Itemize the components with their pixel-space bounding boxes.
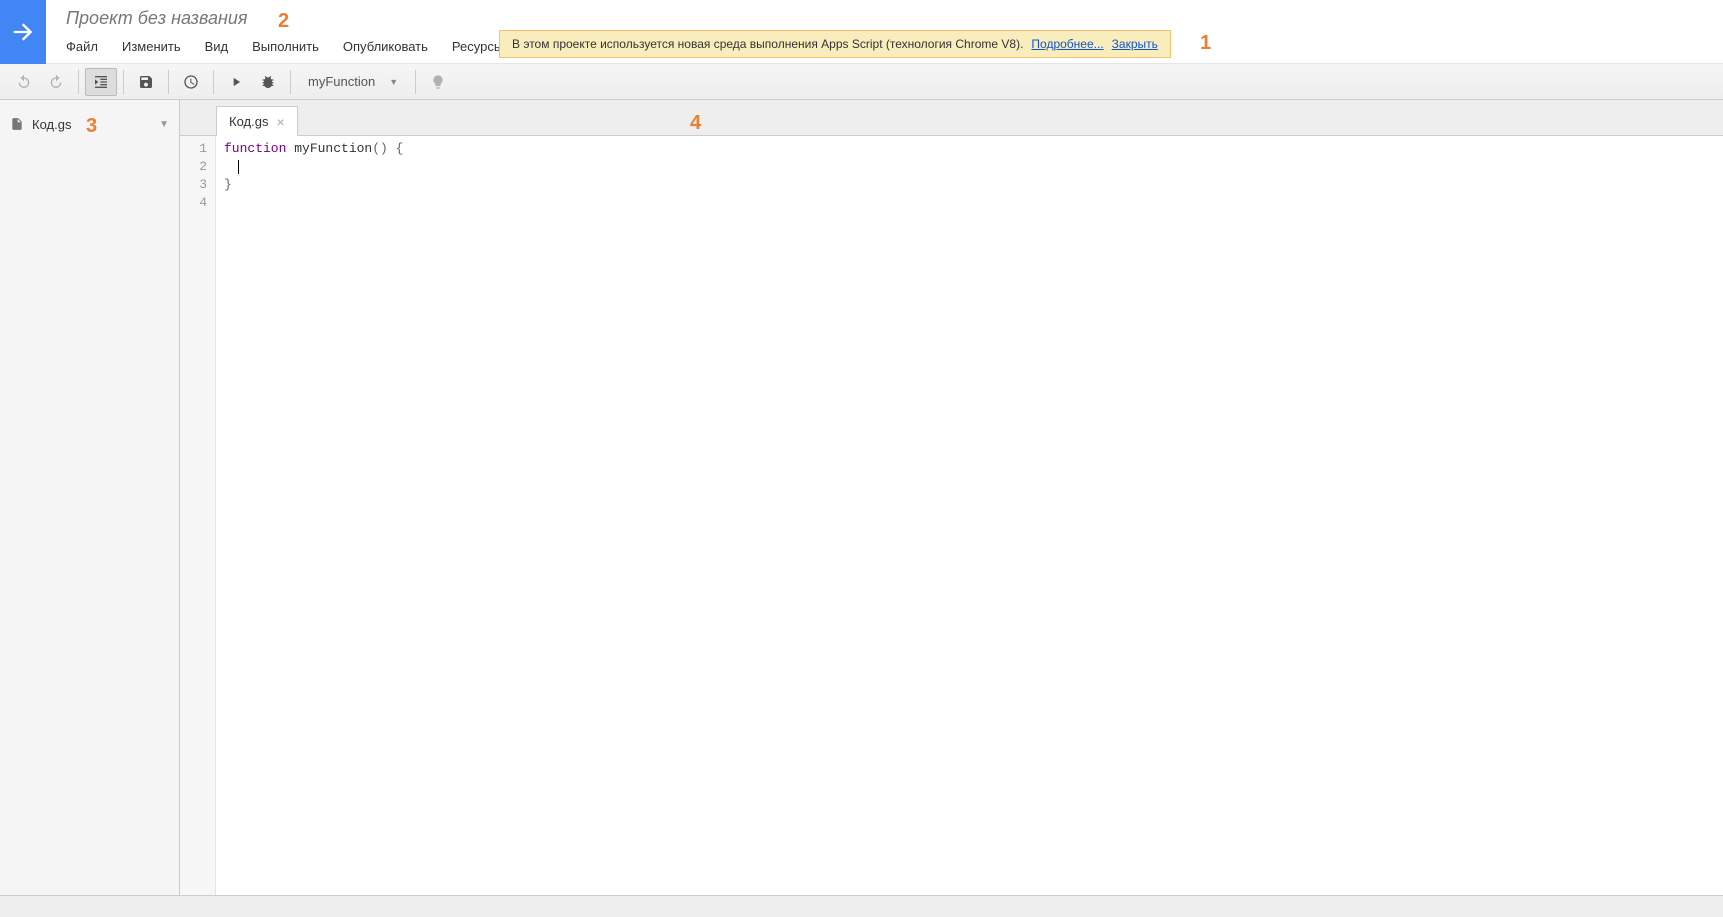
code-editor[interactable]: 1 2 3 4 function myFunction() { } xyxy=(180,136,1723,895)
project-title[interactable]: Проект без названия xyxy=(66,8,1723,29)
app-logo[interactable] xyxy=(0,0,46,64)
menu-run[interactable]: Выполнить xyxy=(240,35,331,58)
status-bar xyxy=(0,895,1723,917)
redo-icon xyxy=(48,74,64,90)
file-icon xyxy=(10,116,24,132)
v8-notification: В этом проекте используется новая среда … xyxy=(499,30,1171,58)
code-line: } xyxy=(224,176,1715,194)
code-body[interactable]: function myFunction() { } xyxy=(216,136,1723,895)
menu-file[interactable]: Файл xyxy=(66,35,110,58)
undo-button[interactable] xyxy=(8,68,40,96)
bug-icon xyxy=(260,74,276,90)
save-icon xyxy=(138,74,154,90)
file-item[interactable]: Код.gs ▼ xyxy=(0,110,179,138)
redo-button[interactable] xyxy=(40,68,72,96)
tab-strip: Код.gs × xyxy=(180,100,1723,136)
tab-label: Код.gs xyxy=(229,114,268,129)
triggers-button[interactable] xyxy=(175,68,207,96)
function-selector[interactable]: myFunction ▼ xyxy=(297,69,409,95)
menu-view[interactable]: Вид xyxy=(193,35,241,58)
notification-close-link[interactable]: Закрыть xyxy=(1112,37,1158,51)
project-title-text: Проект без названия xyxy=(66,8,248,29)
line-number: 3 xyxy=(180,176,207,194)
indent-icon xyxy=(93,74,109,90)
debug-button[interactable] xyxy=(252,68,284,96)
indent-button[interactable] xyxy=(85,68,117,96)
editor-zone: Код.gs × 1 2 3 4 function myFunction() {… xyxy=(180,100,1723,895)
line-number: 4 xyxy=(180,194,207,212)
menu-publish[interactable]: Опубликовать xyxy=(331,35,440,58)
selected-function-label: myFunction xyxy=(308,74,375,89)
editor-tab[interactable]: Код.gs × xyxy=(216,106,298,136)
notification-text: В этом проекте используется новая среда … xyxy=(512,37,1023,51)
file-sidebar: Код.gs ▼ xyxy=(0,100,180,895)
code-line xyxy=(224,194,1715,212)
line-number: 1 xyxy=(180,140,207,158)
save-button[interactable] xyxy=(130,68,162,96)
play-icon xyxy=(229,75,243,89)
clock-icon xyxy=(183,74,199,90)
code-line: function myFunction() { xyxy=(224,140,1715,158)
run-button[interactable] xyxy=(220,68,252,96)
line-gutter: 1 2 3 4 xyxy=(180,136,216,895)
notification-more-link[interactable]: Подробнее... xyxy=(1031,37,1103,51)
file-name-label: Код.gs xyxy=(32,117,151,132)
chevron-down-icon: ▼ xyxy=(389,77,398,87)
menu-edit[interactable]: Изменить xyxy=(110,35,193,58)
lightbulb-icon xyxy=(430,74,446,90)
chevron-down-icon[interactable]: ▼ xyxy=(159,119,169,130)
help-bulb-button[interactable] xyxy=(422,68,454,96)
undo-icon xyxy=(16,74,32,90)
main-area: Код.gs ▼ Код.gs × 1 2 3 4 function myFun… xyxy=(0,100,1723,895)
toolbar: myFunction ▼ xyxy=(0,64,1723,100)
close-icon[interactable]: × xyxy=(276,115,284,129)
code-line xyxy=(224,158,1715,176)
arrow-right-icon xyxy=(9,18,37,46)
line-number: 2 xyxy=(180,158,207,176)
